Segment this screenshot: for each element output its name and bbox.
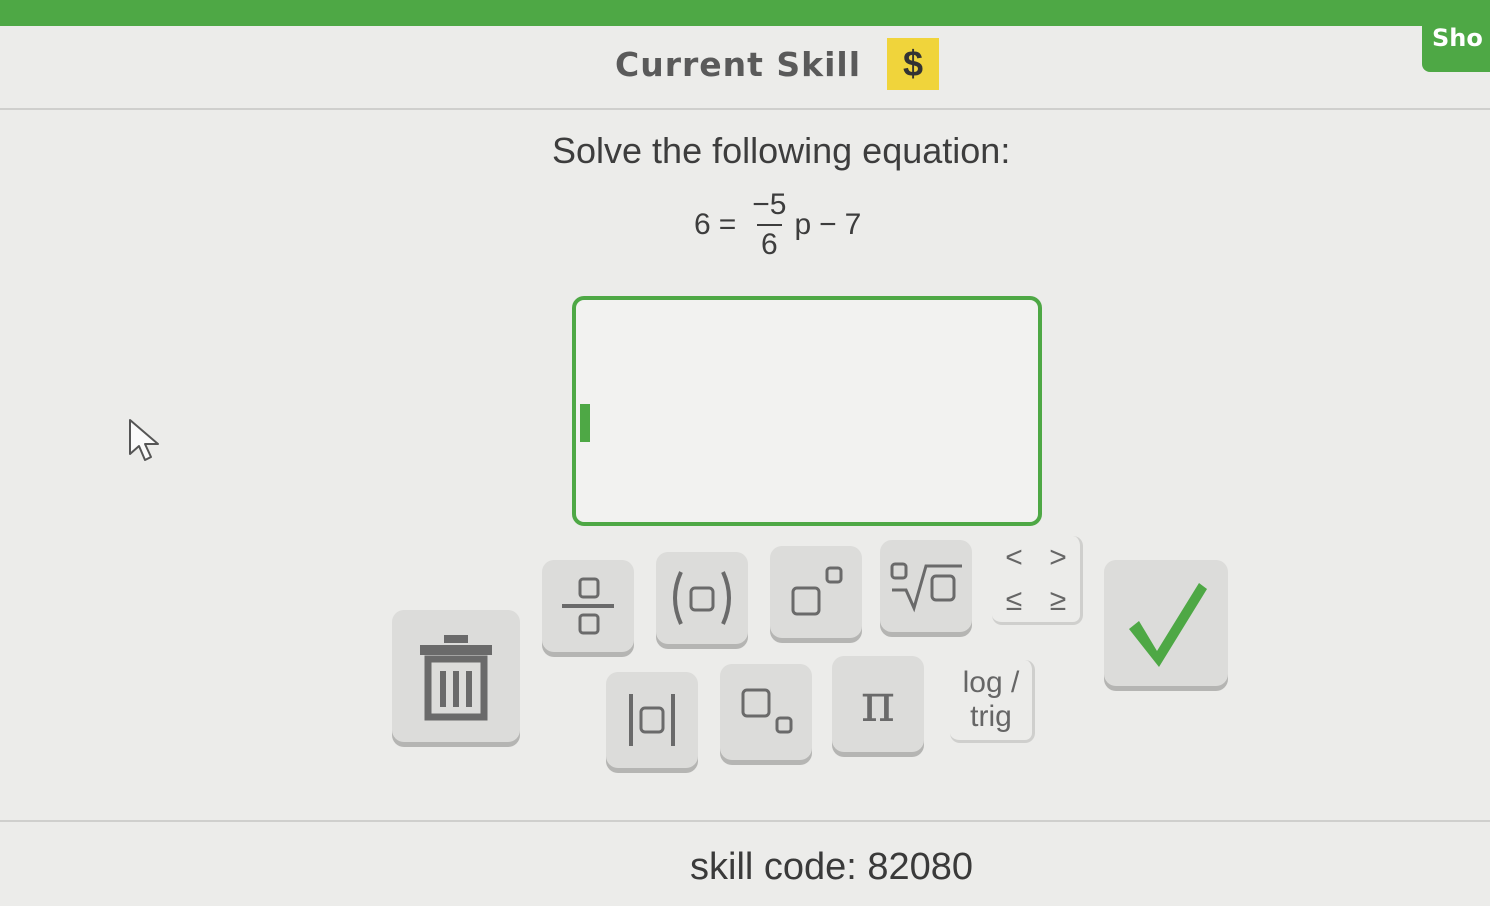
header-divider xyxy=(0,108,1490,110)
log-trig-button[interactable]: log / trig xyxy=(950,660,1035,743)
answer-input[interactable] xyxy=(572,296,1042,526)
equation-lhs: 6 xyxy=(694,208,711,241)
log-label: log / xyxy=(962,666,1020,699)
skill-code: skill code: 82080 xyxy=(690,846,974,888)
current-skill-header: Current Skill $ xyxy=(615,38,940,90)
check-icon xyxy=(1129,583,1207,667)
inequality-button[interactable]: < > ≤ ≥ xyxy=(992,536,1083,625)
absolute-value-icon xyxy=(629,694,675,746)
equation-fraction: −5 6 xyxy=(748,188,790,262)
exponent-icon xyxy=(791,566,843,616)
subscript-button[interactable] xyxy=(720,664,812,760)
parentheses-icon xyxy=(673,571,731,625)
absolute-value-button[interactable] xyxy=(606,672,698,768)
trig-label: trig xyxy=(970,700,1012,733)
parentheses-button[interactable] xyxy=(656,552,748,644)
nth-root-icon xyxy=(890,562,962,613)
greater-than-symbol: > xyxy=(1049,540,1067,574)
fraction-icon xyxy=(562,577,614,635)
less-equal-symbol: ≤ xyxy=(1005,583,1023,617)
equation-constant: 7 xyxy=(844,208,862,241)
footer-divider xyxy=(0,820,1490,822)
skill-badge: $ xyxy=(887,38,940,90)
equation-equals: = xyxy=(718,208,737,241)
fraction-numerator: −5 xyxy=(752,188,787,221)
current-skill-title: Current Skill xyxy=(615,44,862,84)
problem-instruction: Solve the following equation: xyxy=(552,130,1011,171)
less-than-symbol: < xyxy=(1005,540,1023,574)
fraction-denominator: 6 xyxy=(756,224,782,262)
top-progress-bar xyxy=(0,0,1490,26)
equation-variable: p xyxy=(794,208,812,241)
problem-equation: 6 = −5 6 p − 7 xyxy=(694,188,861,262)
nth-root-button[interactable] xyxy=(880,540,972,632)
text-cursor xyxy=(580,404,590,442)
show-button[interactable]: Sho xyxy=(1422,10,1490,72)
pi-button[interactable]: π xyxy=(832,656,924,752)
trash-icon xyxy=(420,635,492,721)
greater-equal-symbol: ≥ xyxy=(1049,583,1067,617)
exponent-button[interactable] xyxy=(770,546,862,638)
fraction-button[interactable] xyxy=(542,560,634,652)
submit-button[interactable] xyxy=(1104,560,1228,686)
mouse-pointer-icon xyxy=(129,419,159,461)
equation-minus: − xyxy=(819,208,837,241)
clear-button[interactable] xyxy=(392,610,520,742)
subscript-icon xyxy=(741,688,793,734)
